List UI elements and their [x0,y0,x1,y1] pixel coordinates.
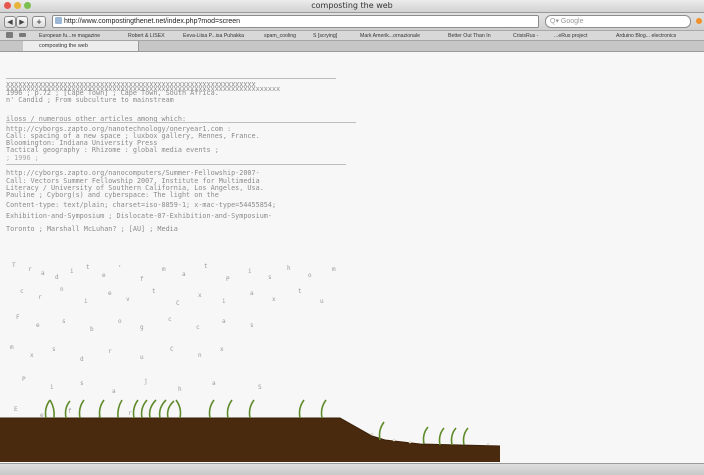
bookmark-item[interactable]: European fu...re magazine [39,33,100,39]
tab-composting-the-web[interactable]: composting the web [23,41,139,51]
bookmark-item[interactable]: CrisisRus - [513,33,538,39]
grid-icon[interactable] [19,33,26,37]
article-line: n' Candid ; From subculture to mainstrea… [6,96,174,104]
tab-bar: composting the web [0,41,704,52]
divider [6,122,356,123]
divider [6,78,336,79]
search-placeholder: Q▾ Google [550,18,584,25]
status-bar [0,463,704,475]
article-line: Pauline ; Cyborg(s) and cyberspace: The … [6,191,219,199]
bookmark-item[interactable]: Arduino Blog... electronics [616,33,676,39]
address-bar-url: http://www.compostingthenet.net/index.ph… [64,18,241,25]
forward-button[interactable]: ▶ [16,16,28,28]
bookmark-item[interactable]: Better Out Than In [448,33,491,39]
search-field[interactable]: Q▾ Google [545,15,691,28]
bookmark-item[interactable]: ...eRus project [554,33,587,39]
bookmark-item[interactable]: Eeva-Liisa P...isa Puhakka [183,33,244,39]
browser-toolbar: ◀ ▶ + http://www.compostingthenet.net/in… [0,13,704,31]
address-bar[interactable]: http://www.compostingthenet.net/index.ph… [52,15,583,28]
bookmark-item[interactable]: Robert & LISEX [128,33,165,39]
bookmark-item[interactable]: S [scrying] [313,33,337,39]
window-title-bar: composting the web [0,0,704,13]
article-line: ; 1996 ; [6,154,39,162]
add-bookmark-button[interactable]: + [32,16,46,28]
site-favicon-icon [55,17,62,24]
page-content: XXXXXXXXXXXXXXXXXXXXXXXXXXXXXXXXXXXXXXXX… [0,52,704,462]
article-line: Tactical geography : Rhizome : global me… [6,146,219,154]
bookmarks-bar: European fu...re magazine Robert & LISEX… [0,31,704,41]
activity-indicator-icon [696,18,702,24]
article-line: http://cyborgs.zapto.org/nanocomputers/S… [6,169,260,177]
compost-ground [0,399,501,462]
article-line: Content-type: text/plain; charset=iso-88… [6,201,277,209]
bookmark-item[interactable]: Mark Amerik...ornazionale [360,33,420,39]
window-title: composting the web [311,1,393,10]
back-button[interactable]: ◀ [4,16,16,28]
divider [6,164,346,165]
book-icon[interactable] [6,32,13,38]
bookmark-item[interactable]: spam_cooling [264,33,296,39]
article-line: Toronto ; Marshall McLuhan? ; [AU] ; Med… [6,225,178,233]
article-line: Exhibition-and-Symposium ; Dislocate-07-… [6,212,272,220]
